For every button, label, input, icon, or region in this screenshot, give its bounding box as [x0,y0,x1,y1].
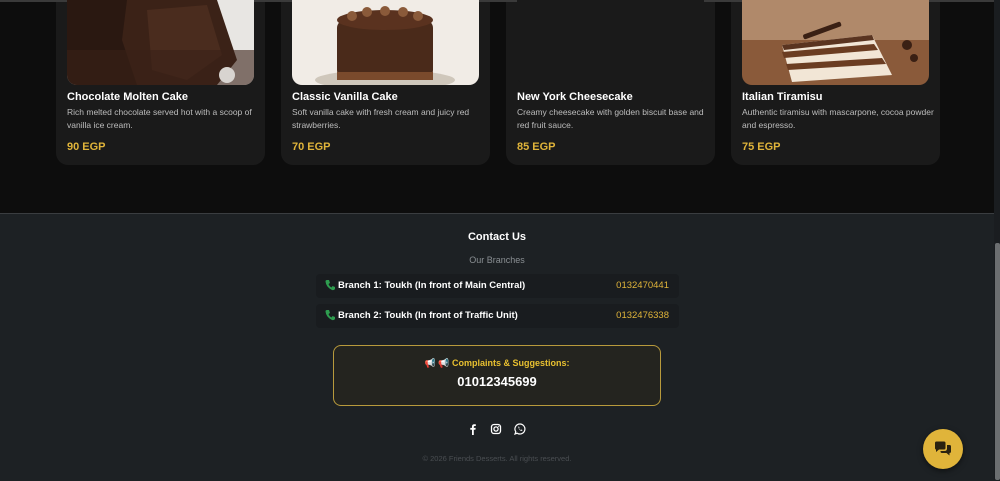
product-grid: Chocolate Molten Cake Rich melted chocol… [0,0,1000,213]
product-card[interactable]: New York Cheesecake Creamy cheesecake wi… [506,0,715,165]
branch-phone-link[interactable]: 0132476338 [616,310,669,321]
footer: Contact Us Our Branches Branch 1: Toukh … [0,213,1000,481]
branch-label: Branch 1: Toukh (In front of Main Centra… [338,280,526,291]
tiramisu-image [742,0,929,85]
chocolate-cake-image [67,0,254,85]
branch-row: Branch 1: Toukh (In front of Main Centra… [316,274,679,298]
scrollbar-thumb[interactable] [995,243,1000,480]
branch-phone-link[interactable]: 0132470441 [616,280,669,291]
product-description: Authentic tiramisu with mascarpone, coco… [742,107,934,130]
cheesecake-image [517,0,704,85]
product-card[interactable]: Classic Vanilla Cake Soft vanilla cake w… [281,0,490,165]
whatsapp-icon[interactable] [514,423,526,435]
chat-bubbles-icon [935,441,951,456]
product-price: 90 EGP [67,141,106,153]
product-description: Soft vanilla cake with fresh cream and j… [292,107,470,130]
phone-icon [325,310,335,321]
copyright: © 2026 Friends Desserts. All rights rese… [422,454,572,463]
product-price: 75 EGP [742,141,781,153]
complaints-phone[interactable]: 01012345699 [334,374,660,389]
product-price: 85 EGP [517,141,556,153]
facebook-icon[interactable] [467,423,479,435]
complaints-box: 📢 📢 Complaints & Suggestions: 0101234569… [333,345,661,406]
chat-button[interactable] [923,429,963,469]
product-card[interactable]: Chocolate Molten Cake Rich melted chocol… [56,0,265,165]
product-name: New York Cheesecake [517,91,633,103]
complaints-label: 📢 📢 Complaints & Suggestions: [424,358,570,368]
phone-icon [325,280,335,291]
contact-title: Contact Us [467,231,527,243]
branch-label: Branch 2: Toukh (In front of Traffic Uni… [338,310,518,321]
product-name: Chocolate Molten Cake [67,91,189,103]
vanilla-cake-image [292,0,479,85]
branches-title: Our Branches [469,255,525,265]
instagram-icon[interactable] [490,423,502,435]
branch-row: Branch 2: Toukh (In front of Traffic Uni… [316,304,679,328]
product-name: Italian Tiramisu [742,91,823,103]
product-name: Classic Vanilla Cake [292,91,398,103]
product-card[interactable]: Italian Tiramisu Authentic tiramisu with… [731,0,940,165]
product-description: Creamy cheesecake with golden biscuit ba… [517,107,704,130]
product-price: 70 EGP [292,141,331,153]
product-description: Rich melted chocolate served hot with a … [67,107,252,130]
